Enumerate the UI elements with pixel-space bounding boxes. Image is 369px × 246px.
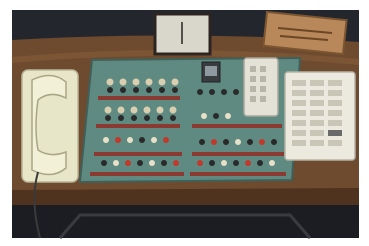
label-strip: [98, 96, 180, 100]
label-strip: [192, 152, 284, 156]
photo: [0, 0, 369, 246]
label-strip: [192, 124, 282, 128]
desk-plaque: [262, 10, 348, 56]
label-strip: [90, 172, 184, 176]
label-strip: [94, 152, 182, 156]
gauge-face: [205, 66, 217, 76]
desk-front-edge: [12, 188, 359, 205]
photo-content: [11, 10, 360, 239]
label-strip: [190, 172, 286, 176]
label-strip: [96, 124, 180, 128]
